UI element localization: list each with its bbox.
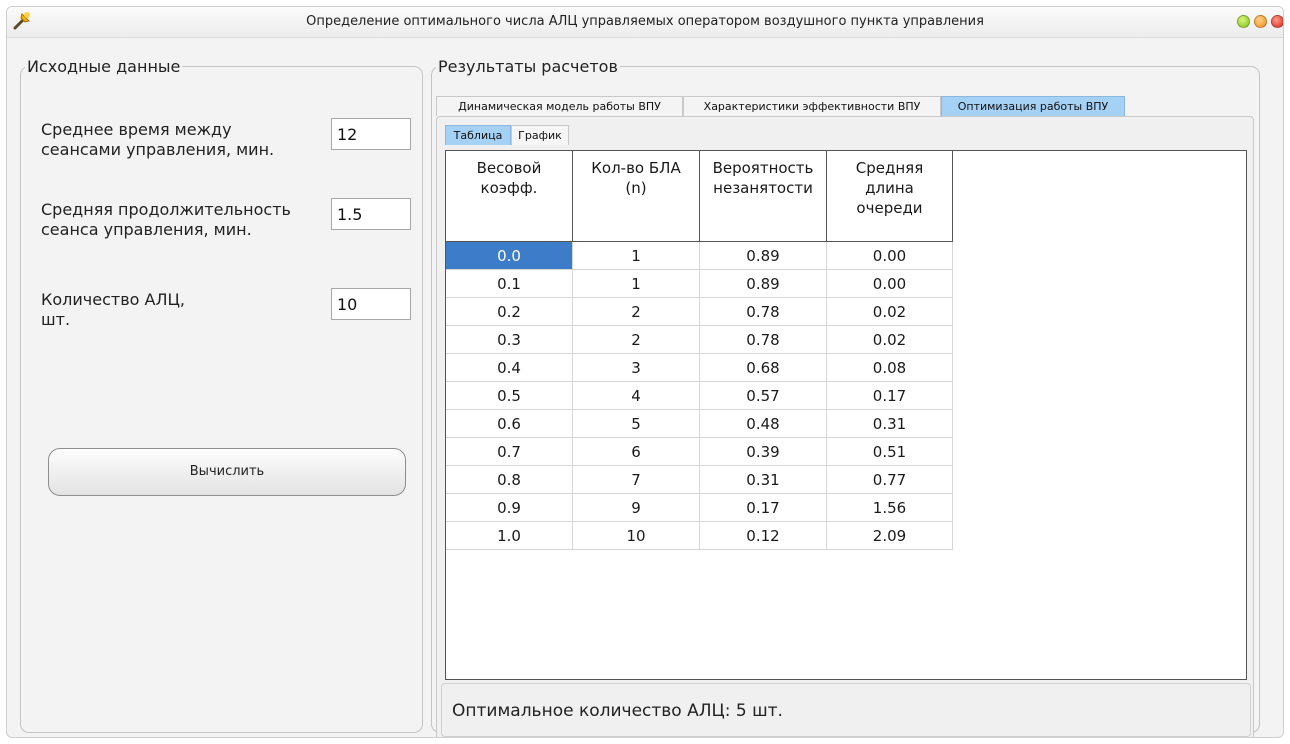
- input-data-title: Исходные данные: [27, 57, 181, 76]
- duration-label: Средняя продолжительность сеанса управле…: [41, 200, 291, 239]
- table-cell[interactable]: 0.68: [700, 354, 827, 382]
- table-cell[interactable]: 0.4: [446, 354, 573, 382]
- table-cell[interactable]: 0.78: [700, 298, 827, 326]
- table-cell[interactable]: 0.1: [446, 270, 573, 298]
- table-cell[interactable]: 0.9: [446, 494, 573, 522]
- table-cell[interactable]: 9: [573, 494, 700, 522]
- subtab-table[interactable]: Таблица: [445, 125, 511, 145]
- table-cell[interactable]: 6: [573, 438, 700, 466]
- results-group: Результаты расчетов Динамическая модель …: [431, 57, 1260, 737]
- table-cell[interactable]: 0.12: [700, 522, 827, 550]
- tab-optimization[interactable]: Оптимизация работы ВПУ: [941, 96, 1125, 116]
- tab-dynamic-model[interactable]: Динамическая модель работы ВПУ: [436, 96, 683, 116]
- table-cell[interactable]: 0.08: [827, 354, 953, 382]
- table-cell[interactable]: 0.78: [700, 326, 827, 354]
- table-cell[interactable]: 0.89: [700, 270, 827, 298]
- table-cell[interactable]: 1.0: [446, 522, 573, 550]
- table-cell[interactable]: 2: [573, 326, 700, 354]
- table-cell[interactable]: 0.89: [700, 242, 827, 270]
- table-cell[interactable]: 0.3: [446, 326, 573, 354]
- table-cell[interactable]: 0.0: [446, 242, 573, 270]
- table-cell[interactable]: 0.02: [827, 326, 953, 354]
- title-bar[interactable]: Определение оптимального числа АЛЦ управ…: [7, 7, 1283, 38]
- table-cell[interactable]: 5: [573, 410, 700, 438]
- app-window: Определение оптимального числа АЛЦ управ…: [6, 6, 1284, 738]
- close-button[interactable]: [1271, 15, 1283, 28]
- table-cell[interactable]: 0.8: [446, 466, 573, 494]
- column-header-weight[interactable]: Весовой коэфф.: [446, 151, 573, 242]
- table-cell[interactable]: 0.00: [827, 270, 953, 298]
- table-cell[interactable]: 0.17: [700, 494, 827, 522]
- table-cell[interactable]: 0.51: [827, 438, 953, 466]
- table-cell[interactable]: 0.02: [827, 298, 953, 326]
- optimization-panel: Таблица График Весовой коэфф. Кол-во БЛА…: [436, 116, 1254, 737]
- results-title: Результаты расчетов: [438, 57, 618, 76]
- table-cell[interactable]: 0.17: [827, 382, 953, 410]
- interval-input[interactable]: [331, 118, 411, 150]
- minimize-button[interactable]: [1237, 15, 1250, 28]
- results-table[interactable]: Весовой коэфф. Кол-во БЛА (n) Вероятност…: [445, 150, 1247, 680]
- calculate-button[interactable]: Вычислить: [48, 448, 406, 496]
- table-cell[interactable]: 0.57: [700, 382, 827, 410]
- table-cell[interactable]: 10: [573, 522, 700, 550]
- table-cell[interactable]: 2.09: [827, 522, 953, 550]
- table-cell[interactable]: 0.31: [827, 410, 953, 438]
- column-header-idle-probability[interactable]: Вероятность незанятости: [700, 151, 827, 242]
- column-header-queue-length[interactable]: Средняя длина очереди: [827, 151, 953, 242]
- interval-label: Среднее время между сеансами управления,…: [41, 120, 275, 159]
- column-header-uav-count[interactable]: Кол-во БЛА (n): [573, 151, 700, 242]
- table-cell[interactable]: 3: [573, 354, 700, 382]
- table-cell[interactable]: 0.00: [827, 242, 953, 270]
- table-cell[interactable]: 0.48: [700, 410, 827, 438]
- table-cell[interactable]: 0.2: [446, 298, 573, 326]
- table-cell[interactable]: 1: [573, 270, 700, 298]
- window-title: Определение оптимального числа АЛЦ управ…: [306, 14, 984, 29]
- table-cell[interactable]: 0.77: [827, 466, 953, 494]
- maximize-button[interactable]: [1254, 15, 1267, 28]
- table-cell[interactable]: 0.5: [446, 382, 573, 410]
- table-cell[interactable]: 0.39: [700, 438, 827, 466]
- table-cell[interactable]: 4: [573, 382, 700, 410]
- alc-count-label: Количество АЛЦ, шт.: [41, 290, 185, 329]
- table-cell[interactable]: 1: [573, 242, 700, 270]
- table-cell[interactable]: 0.6: [446, 410, 573, 438]
- duration-input[interactable]: [331, 198, 411, 230]
- table-cell[interactable]: 1.56: [827, 494, 953, 522]
- table-cell[interactable]: 7: [573, 466, 700, 494]
- table-cell[interactable]: 0.7: [446, 438, 573, 466]
- status-bar: Оптимальное количество АЛЦ: 5 шт.: [441, 683, 1251, 737]
- input-data-group: Исходные данные Среднее время между сеан…: [20, 57, 423, 733]
- alc-count-input[interactable]: [331, 288, 411, 320]
- table-cell[interactable]: 2: [573, 298, 700, 326]
- optimal-count-text: Оптимальное количество АЛЦ: 5 шт.: [452, 701, 783, 721]
- tab-efficiency[interactable]: Характеристики эффективности ВПУ: [683, 96, 941, 116]
- table-cell[interactable]: 0.31: [700, 466, 827, 494]
- subtab-chart[interactable]: График: [511, 125, 569, 145]
